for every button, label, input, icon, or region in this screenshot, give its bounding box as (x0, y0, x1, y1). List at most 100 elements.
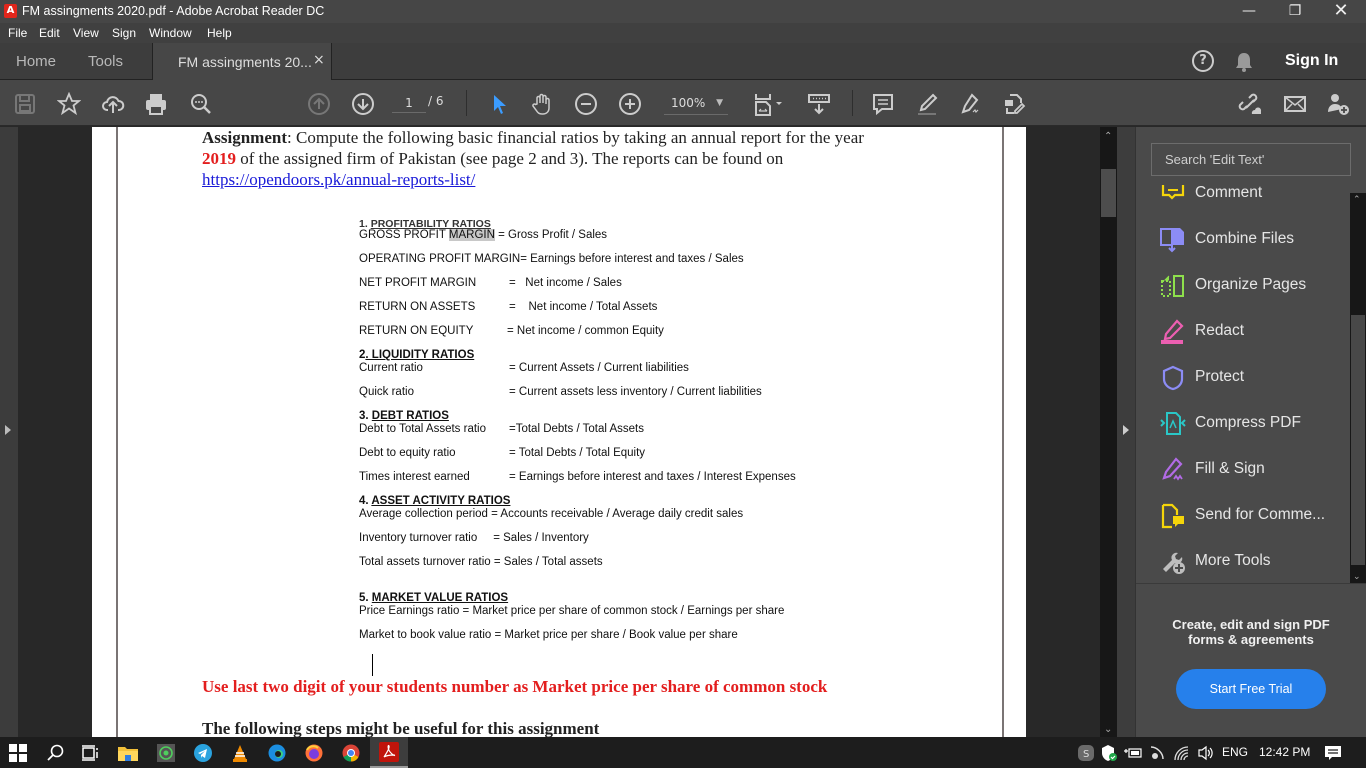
skype-icon[interactable]: S (1074, 741, 1098, 765)
windows-taskbar: S ENG 12:42 PM (0, 737, 1366, 768)
zoom-level-value: 100% (671, 96, 706, 110)
document-scrollbar[interactable]: ⌃ ⌄ (1100, 127, 1117, 737)
tool-more-tools[interactable]: More Tools (1160, 547, 1340, 577)
menu-help[interactable]: Help (207, 26, 232, 40)
scroll-down-icon[interactable]: ⌄ (1104, 724, 1112, 735)
scroll-up-icon[interactable]: ⌃ (1353, 195, 1361, 205)
section-heading-liquidity: 2. LIQUIDITY RATIOS (359, 349, 475, 361)
toolbar-divider (852, 90, 853, 116)
battery-charging-icon[interactable] (1121, 741, 1145, 765)
highlight-icon[interactable] (914, 91, 940, 117)
steps-heading: The following steps might be useful for … (202, 719, 600, 737)
windows-security-icon[interactable] (1097, 741, 1121, 765)
zoom-in-icon[interactable] (617, 91, 643, 117)
document-viewport: Assignment: Compute the following basic … (18, 127, 1100, 737)
tab-document[interactable]: FM assingments 20... × (152, 43, 332, 80)
annual-reports-link[interactable]: https://opendoors.pk/annual-reports-list… (202, 169, 475, 190)
menu-window[interactable]: Window (149, 26, 192, 40)
save-icon[interactable] (12, 91, 38, 117)
action-center-icon[interactable] (1321, 741, 1345, 765)
firefox-icon[interactable] (302, 741, 326, 765)
ratio-row: Current ratio = Current Assets / Current … (359, 362, 689, 374)
tool-send-for-comments[interactable]: Send for Comme... (1160, 501, 1340, 531)
page-number-input[interactable]: 1 (392, 93, 426, 113)
input-language[interactable]: ENG (1222, 745, 1248, 759)
scroll-up-icon[interactable]: ⌃ (1104, 131, 1112, 142)
scroll-down-icon[interactable]: ⌄ (1353, 572, 1361, 582)
window-title: FM assingments 2020.pdf - Adobe Acrobat … (22, 4, 325, 18)
start-free-trial-button[interactable]: Start Free Trial (1176, 669, 1326, 709)
toolbar-divider (466, 90, 467, 116)
section-heading-asset-activity: 4. ASSET ACTIVITY RATIOS (359, 495, 511, 507)
tool-organize-pages[interactable]: Organize Pages (1160, 271, 1340, 301)
left-pane-toggle[interactable] (0, 127, 18, 737)
ratio-row: NET PROFIT MARGIN = Net income / Sales (359, 277, 622, 289)
zoom-level-dropdown[interactable]: 100% ▼ (664, 93, 728, 115)
tab-tools[interactable]: Tools (88, 53, 123, 70)
zoom-out-icon[interactable] (573, 91, 599, 117)
wifi-icon[interactable] (1170, 741, 1194, 765)
ratio-row: OPERATING PROFIT MARGIN= Earnings before… (359, 253, 744, 265)
search-icon[interactable] (43, 741, 67, 765)
tool-compress-pdf[interactable]: Compress PDF (1160, 409, 1340, 439)
edge-icon[interactable] (265, 741, 289, 765)
close-tab-icon[interactable]: × (313, 52, 325, 68)
scrollbar-thumb[interactable] (1101, 169, 1116, 217)
fill-sign-icon (1162, 457, 1183, 481)
telegram-icon[interactable] (191, 741, 215, 765)
network-status-icon[interactable] (1145, 741, 1169, 765)
compress-pdf-icon (1160, 412, 1186, 435)
help-icon[interactable]: ? (1192, 50, 1214, 72)
tab-bar: Home Tools FM assingments 20... × ? Sign… (0, 43, 1366, 80)
menu-view[interactable]: View (73, 26, 99, 40)
notifications-bell-icon[interactable] (1234, 51, 1254, 73)
tool-comment[interactable]: Comment (1160, 179, 1340, 209)
tab-home[interactable]: Home (16, 53, 56, 70)
windows-start-icon[interactable] (6, 741, 30, 765)
hand-tool-icon[interactable] (529, 91, 555, 117)
next-page-icon[interactable] (350, 91, 376, 117)
page-fit-icon[interactable] (750, 91, 786, 117)
tool-fill-sign[interactable]: Fill & Sign (1160, 455, 1340, 485)
tool-redact[interactable]: Redact (1160, 317, 1340, 347)
right-pane-toggle[interactable] (1117, 127, 1136, 737)
ratio-row: RETURN ON ASSETS = Net income / Total Ass… (359, 301, 658, 313)
edit-pdf-icon[interactable] (1001, 91, 1027, 117)
sign-in-button[interactable]: Sign In (1285, 52, 1338, 70)
search-document-icon[interactable] (188, 91, 214, 117)
previous-page-icon[interactable] (306, 91, 332, 117)
sign-pen-icon[interactable] (957, 91, 983, 117)
collapse-right-arrow-icon (1123, 425, 1129, 435)
tool-combine-files[interactable]: Combine Files (1160, 225, 1340, 255)
comment-icon[interactable] (870, 91, 896, 117)
volume-icon[interactable] (1194, 741, 1218, 765)
tools-pane-scrollbar[interactable]: ⌃ ⌄ (1350, 193, 1366, 583)
chrome-icon[interactable] (339, 741, 363, 765)
bookmark-star-icon[interactable] (56, 91, 82, 117)
file-explorer-icon[interactable] (116, 741, 140, 765)
task-view-icon[interactable] (78, 741, 102, 765)
add-user-icon[interactable] (1325, 91, 1351, 117)
menu-bar: File Edit View Sign Window Help (0, 23, 1366, 43)
select-tool-icon[interactable] (486, 91, 512, 117)
scrollbar-thumb[interactable] (1351, 315, 1365, 565)
menu-edit[interactable]: Edit (39, 26, 60, 40)
menu-sign[interactable]: Sign (112, 26, 136, 40)
clock[interactable]: 12:42 PM (1259, 745, 1310, 759)
scroll-mode-icon[interactable] (806, 91, 832, 117)
tools-search-input[interactable]: Search 'Edit Text' (1151, 143, 1351, 176)
year-highlight: 2019 (202, 149, 236, 168)
ratio-row: Inventory turnover ratio = Sales / Inven… (359, 532, 589, 544)
whatsapp-icon[interactable] (154, 741, 178, 765)
close-window-button[interactable]: ✕ (1318, 0, 1364, 23)
restore-button[interactable]: ❐ (1272, 0, 1318, 23)
share-link-icon[interactable] (1237, 91, 1263, 117)
upload-cloud-icon[interactable] (100, 91, 126, 117)
menu-file[interactable]: File (8, 26, 27, 40)
vlc-icon[interactable] (228, 741, 252, 765)
email-icon[interactable] (1282, 91, 1308, 117)
tool-protect[interactable]: Protect (1160, 363, 1340, 393)
print-icon[interactable] (143, 91, 169, 117)
minimize-button[interactable]: — (1226, 0, 1272, 23)
acrobat-taskbar-icon[interactable] (370, 737, 408, 768)
